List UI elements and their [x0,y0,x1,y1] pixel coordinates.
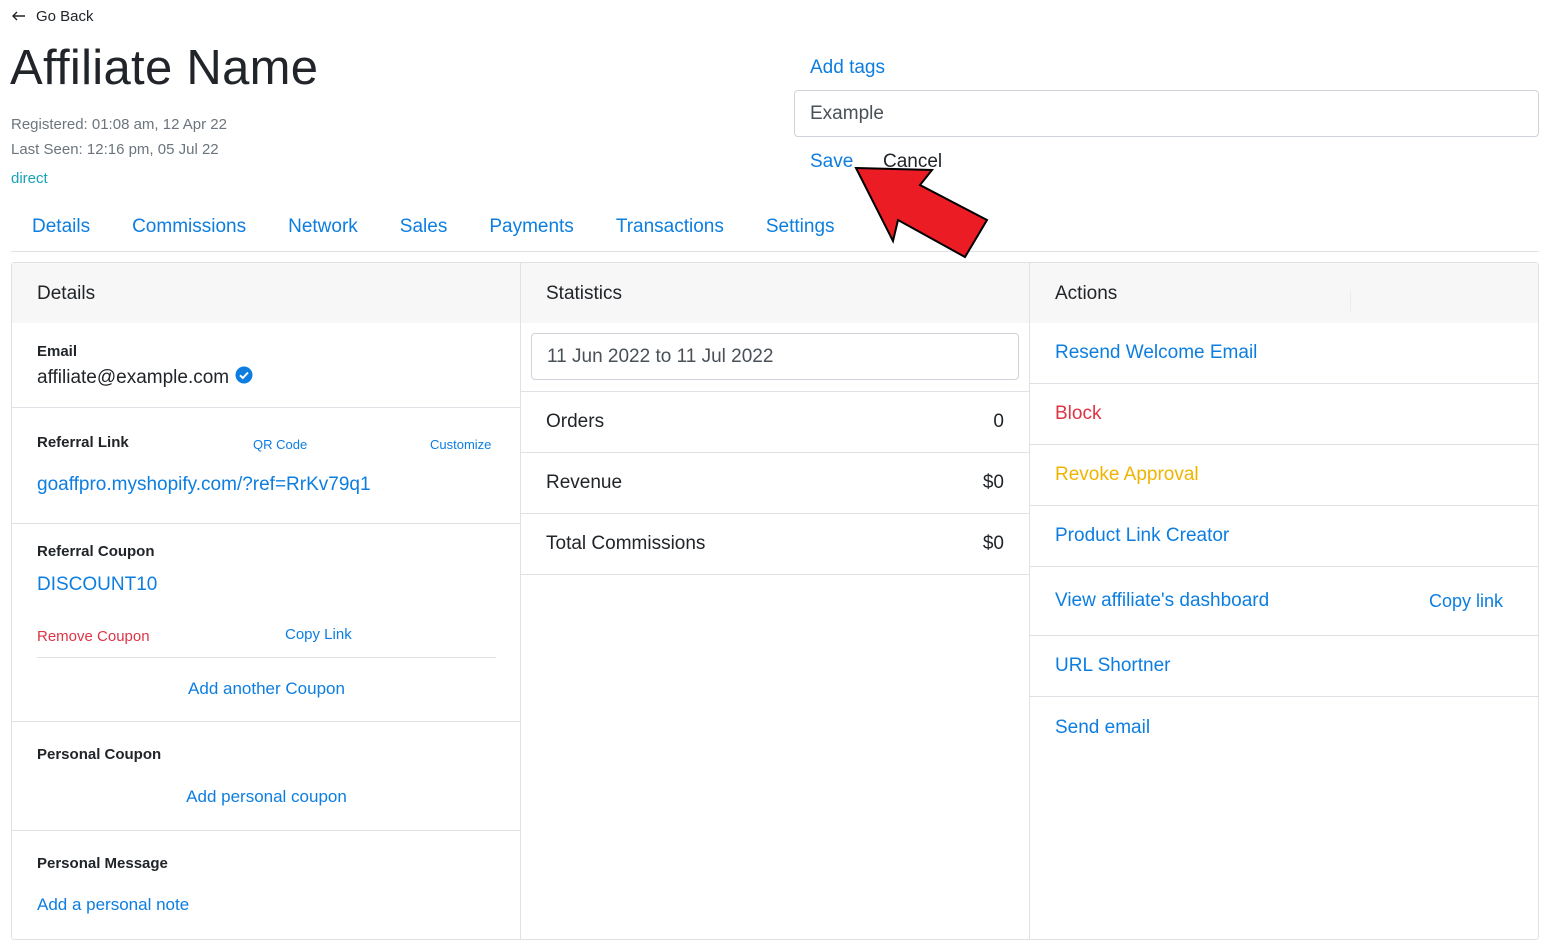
tab-transactions[interactable]: Transactions [595,206,745,251]
actions-card: Actions Resend Welcome Email Block Revok… [1030,263,1538,939]
arrow-left-icon [12,8,26,25]
remove-coupon-button[interactable]: Remove Coupon [37,628,150,645]
referral-coupon-label: Referral Coupon [37,543,155,560]
coupon-code[interactable]: DISCOUNT10 [37,574,495,596]
affiliate-cards: Details Email affiliate@example.com Refe… [11,262,1539,940]
statistics-heading: Statistics [521,263,1029,323]
date-range-wrap: 11 Jun 2022 to 11 Jul 2022 [521,323,1029,392]
stat-label: Revenue [546,472,623,493]
last-seen-date: Last Seen: 12:16 pm, 05 Jul 22 [11,141,219,158]
add-personal-coupon-button[interactable]: Add personal coupon [12,787,521,807]
referral-coupon-section: Referral Coupon DISCOUNT10 Remove Coupon… [12,524,520,722]
email-section: Email affiliate@example.com [12,323,520,408]
go-back-link[interactable]: Go Back [12,8,94,25]
tab-payments[interactable]: Payments [468,206,594,251]
stat-value: $0 [982,533,1004,554]
date-range-picker[interactable]: 11 Jun 2022 to 11 Jul 2022 [531,333,1019,380]
details-card: Details Email affiliate@example.com Refe… [12,263,521,939]
add-tags-link[interactable]: Add tags [810,57,885,79]
statistics-card: Statistics 11 Jun 2022 to 11 Jul 2022 Or… [521,263,1030,939]
check-circle-icon [235,366,253,390]
annotation-arrow-icon [854,166,989,259]
registered-date: Registered: 01:08 am, 12 Apr 22 [11,116,227,133]
customize-link[interactable]: Customize [430,437,491,452]
resend-welcome-email-button[interactable]: Resend Welcome Email [1030,323,1538,384]
copy-dashboard-link-button[interactable]: Copy link [1429,591,1503,612]
actions-heading: Actions [1030,263,1538,323]
stat-row-total-commissions: Total Commissions $0 [521,514,1029,575]
tags-input[interactable] [794,90,1539,137]
add-personal-note-button[interactable]: Add a personal note [37,895,189,915]
personal-message-label: Personal Message [37,855,168,872]
copy-coupon-link-button[interactable]: Copy Link [285,626,352,643]
tab-network[interactable]: Network [267,206,379,251]
product-link-creator-button[interactable]: Product Link Creator [1030,506,1538,567]
page-title: Affiliate Name [10,41,319,95]
referral-link-section: Referral Link QR Code Customize goaffpro… [12,408,520,524]
referral-link-value[interactable]: goaffpro.myshopify.com/?ref=RrKv79q1 [37,474,495,496]
url-shortner-button[interactable]: URL Shortner [1030,636,1538,697]
save-button[interactable]: Save [810,151,853,173]
add-another-coupon-button[interactable]: Add another Coupon [12,679,521,699]
stat-label: Total Commissions [546,533,706,554]
stat-row-orders: Orders 0 [521,392,1029,453]
email-label: Email [37,343,78,360]
personal-coupon-section: Personal Coupon Add personal coupon [12,722,520,831]
stat-value: $0 [982,472,1004,493]
view-dashboard-row: View affiliate's dashboard Copy link [1030,291,1538,636]
tab-sales[interactable]: Sales [379,206,469,251]
revoke-approval-button[interactable]: Revoke Approval [1030,445,1538,506]
personal-coupon-label: Personal Coupon [37,746,162,763]
tab-commissions[interactable]: Commissions [111,206,267,251]
tab-settings[interactable]: Settings [745,206,856,251]
email-value: affiliate@example.com [37,367,230,388]
view-affiliate-dashboard-button[interactable]: View affiliate's dashboard [1055,590,1269,612]
coupon-divider [37,657,496,658]
send-email-button[interactable]: Send email [1030,697,1538,758]
qr-code-link[interactable]: QR Code [253,437,307,452]
stat-value: 0 [993,411,1004,432]
details-heading: Details [12,263,520,323]
source-badge: direct [11,170,48,187]
go-back-label: Go Back [36,8,94,25]
personal-message-section: Personal Message Add a personal note [12,831,520,940]
stat-row-revenue: Revenue $0 [521,453,1029,514]
action-divider [1350,291,1351,311]
tab-details[interactable]: Details [11,206,111,251]
tab-bar: Details Commissions Network Sales Paymen… [11,206,1539,252]
block-button[interactable]: Block [1030,384,1538,445]
stat-label: Orders [546,411,605,432]
